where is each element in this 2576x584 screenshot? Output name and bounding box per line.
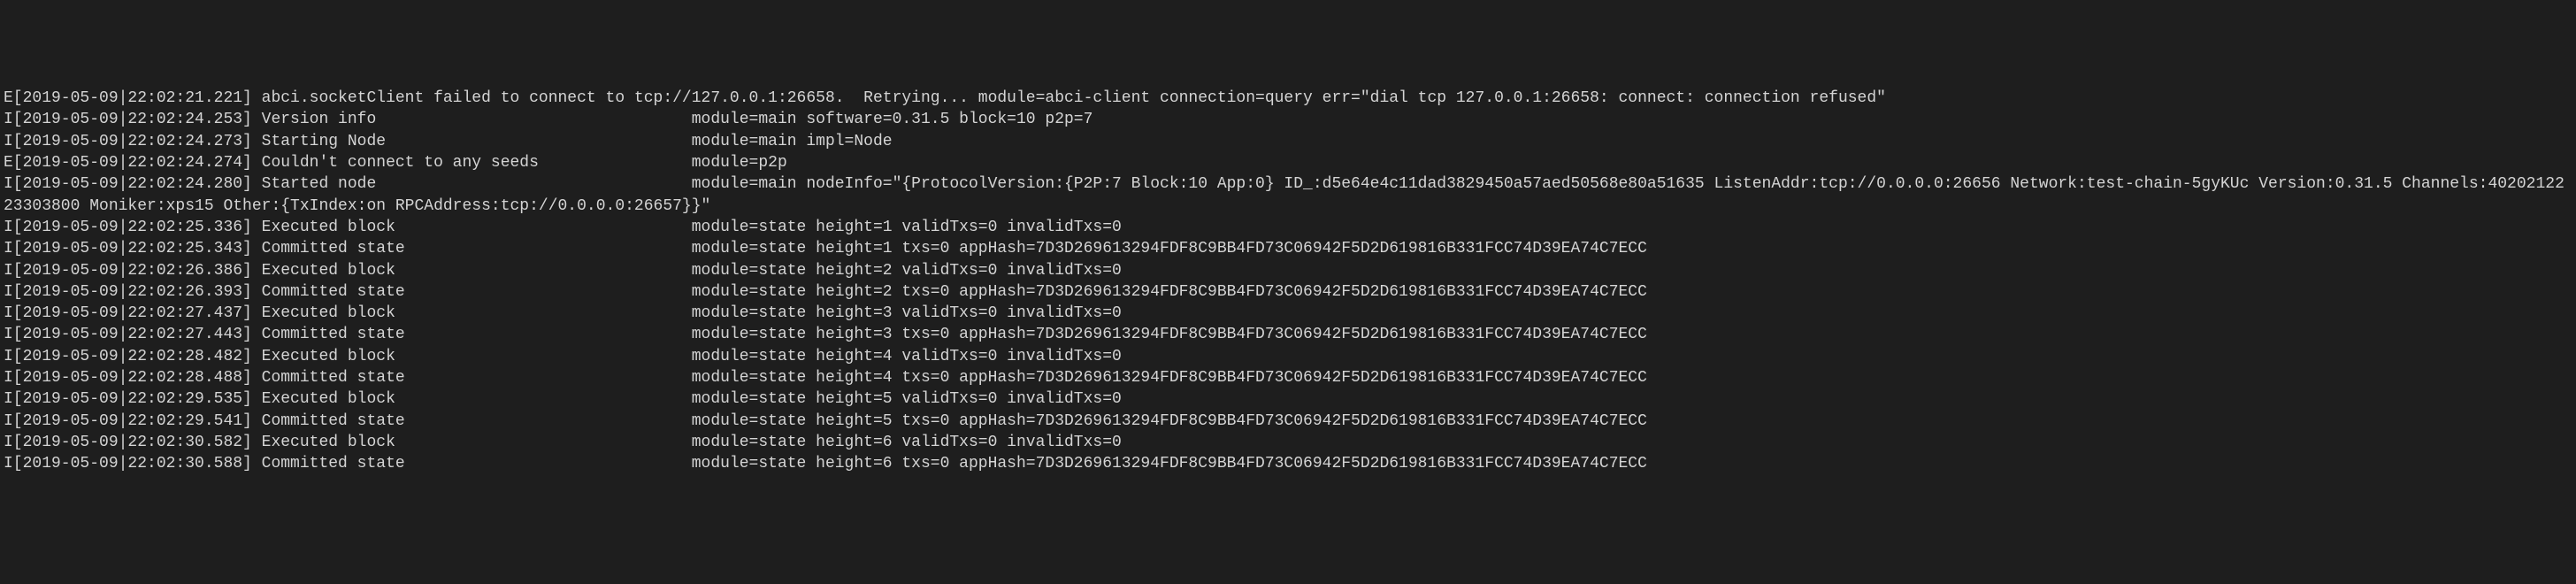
log-line: I[2019-05-09|22:02:28.482] Executed bloc… bbox=[4, 346, 2572, 367]
log-line: I[2019-05-09|22:02:24.273] Starting Node… bbox=[4, 131, 2572, 152]
log-line: I[2019-05-09|22:02:26.393] Committed sta… bbox=[4, 281, 2572, 303]
log-line: I[2019-05-09|22:02:26.386] Executed bloc… bbox=[4, 260, 2572, 281]
log-line: I[2019-05-09|22:02:24.253] Version info … bbox=[4, 109, 2572, 130]
log-line: I[2019-05-09|22:02:25.336] Executed bloc… bbox=[4, 217, 2572, 238]
log-line: I[2019-05-09|22:02:27.443] Committed sta… bbox=[4, 324, 2572, 345]
log-line: I[2019-05-09|22:02:30.588] Committed sta… bbox=[4, 453, 2572, 474]
log-line: I[2019-05-09|22:02:30.582] Executed bloc… bbox=[4, 432, 2572, 453]
log-line: I[2019-05-09|22:02:27.437] Executed bloc… bbox=[4, 303, 2572, 324]
log-line: I[2019-05-09|22:02:29.541] Committed sta… bbox=[4, 411, 2572, 432]
log-line: E[2019-05-09|22:02:21.221] abci.socketCl… bbox=[4, 88, 2572, 109]
log-line: I[2019-05-09|22:02:29.535] Executed bloc… bbox=[4, 388, 2572, 410]
log-line: I[2019-05-09|22:02:25.343] Committed sta… bbox=[4, 238, 2572, 259]
log-line: I[2019-05-09|22:02:28.488] Committed sta… bbox=[4, 367, 2572, 388]
terminal-output: E[2019-05-09|22:02:21.221] abci.socketCl… bbox=[4, 88, 2572, 474]
log-line: I[2019-05-09|22:02:24.280] Started node … bbox=[4, 173, 2572, 217]
log-line: E[2019-05-09|22:02:24.274] Couldn't conn… bbox=[4, 152, 2572, 173]
